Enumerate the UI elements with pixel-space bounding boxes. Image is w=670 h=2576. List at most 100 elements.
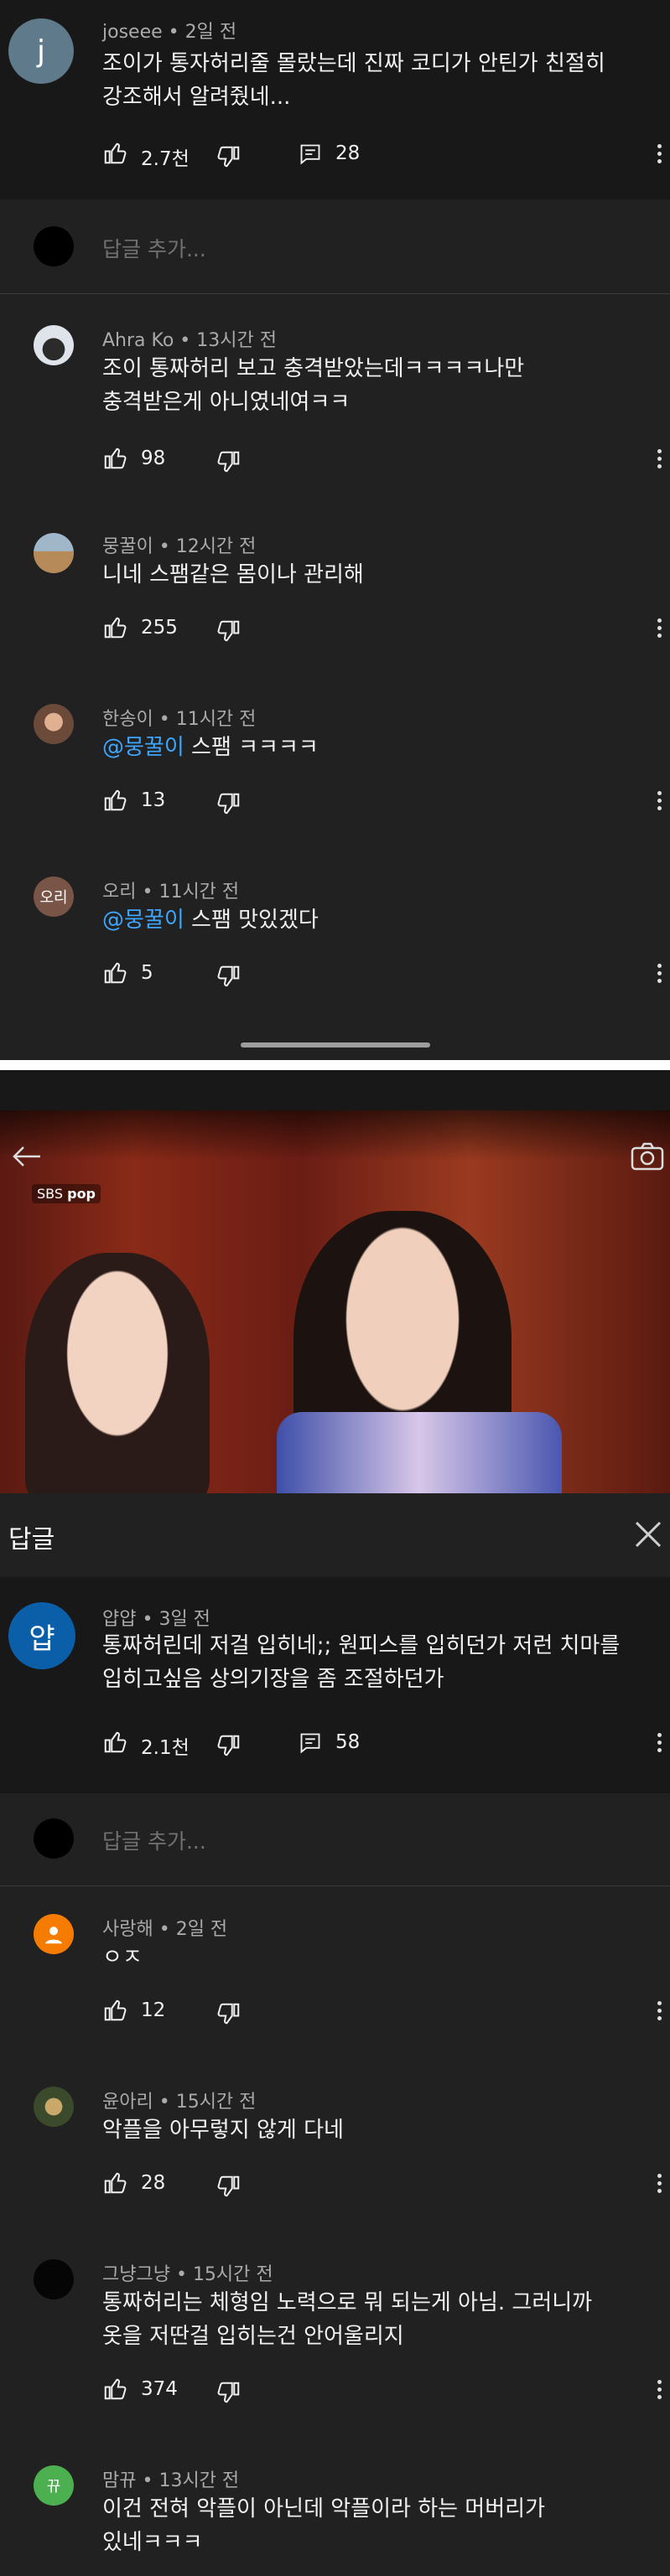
dislike-icon[interactable] <box>216 791 242 816</box>
person-icon <box>45 1927 62 1944</box>
like-icon[interactable] <box>102 1998 127 2023</box>
comment-line: 강조해서 알려줬네... <box>102 85 291 110</box>
more-options-icon[interactable] <box>657 964 662 986</box>
dislike-icon[interactable] <box>216 144 242 169</box>
back-arrow-icon[interactable] <box>12 1144 42 1172</box>
more-options-icon[interactable] <box>657 449 662 472</box>
like-count: 5 <box>141 962 153 984</box>
comment-text: 조이가 통자허리줄 몰랐는데 진짜 코디가 안틴가 친절히 강조해서 알려줬네.… <box>102 47 664 114</box>
avatar[interactable] <box>34 2087 74 2127</box>
like-count: 12 <box>141 1999 166 2021</box>
avatar[interactable] <box>34 325 74 365</box>
comment-text: 악플을 아무렇지 않게 다네 <box>102 2118 344 2143</box>
comment-time: 11시간 전 <box>158 882 240 903</box>
more-options-icon[interactable] <box>657 144 662 167</box>
dislike-icon[interactable] <box>216 2174 242 2199</box>
avatar[interactable]: j <box>8 18 74 84</box>
comment-author[interactable]: 그냥그냥 <box>102 2264 170 2285</box>
comment-time: 12시간 전 <box>175 536 257 557</box>
comment-author[interactable]: 맘뀨 <box>102 2470 136 2491</box>
more-options-icon[interactable] <box>657 1733 662 1756</box>
avatar[interactable]: 얍 <box>8 1602 75 1669</box>
video-player[interactable]: SBS pop <box>0 1110 670 1493</box>
comment-meta: 뭉꿀이 • 12시간 전 <box>102 536 257 557</box>
dislike-icon[interactable] <box>216 2001 242 2026</box>
avatar[interactable] <box>34 533 74 573</box>
dislike-icon[interactable] <box>216 964 242 989</box>
page-title: 답글 <box>8 1525 55 1554</box>
add-reply-input[interactable]: 답글 추가... <box>102 233 206 263</box>
comment-author[interactable]: Ahra Ko <box>102 330 174 351</box>
add-reply-input[interactable]: 답글 추가... <box>102 1825 206 1855</box>
reply-icon[interactable] <box>299 1731 322 1755</box>
status-area <box>0 1070 670 1110</box>
comment-meta: 오리 • 11시간 전 <box>102 882 240 903</box>
like-icon[interactable] <box>102 788 127 813</box>
more-options-icon[interactable] <box>657 791 662 814</box>
avatar[interactable]: 오리 <box>34 877 74 917</box>
comment-line: 이건 전혀 악플이 아닌데 악플이라 하는 머버리가 <box>102 2496 545 2522</box>
dislike-icon[interactable] <box>216 449 242 474</box>
mention-link[interactable]: @뭉꿀이 <box>102 735 184 760</box>
comment-meta: joseee • 2일 전 <box>102 22 237 43</box>
comment-author[interactable]: 사랑해 <box>102 1919 153 1940</box>
more-options-icon[interactable] <box>657 2380 662 2403</box>
reply-comment: 사랑해 • 2일 전 ㅇㅈ 12 <box>0 1901 670 2051</box>
reply-count: 58 <box>335 1731 361 1753</box>
reply-comment: 한송이 • 11시간 전 @뭉꿀이 스팸 ㅋㅋㅋㅋ 13 <box>0 692 670 835</box>
like-icon[interactable] <box>102 141 127 166</box>
reply-comment: 윤아리 • 15시간 전 악플을 아무렇지 않게 다네 28 <box>0 2073 670 2216</box>
like-icon[interactable] <box>102 960 127 985</box>
channel-watermark: SBS pop <box>32 1184 101 1203</box>
parent-comment: j joseee • 2일 전 조이가 통자허리줄 몰랐는데 진짜 코디가 안틴… <box>0 0 670 199</box>
dislike-icon[interactable] <box>216 2380 242 2405</box>
comment-author[interactable]: 뭉꿀이 <box>102 536 153 557</box>
avatar[interactable] <box>34 704 74 744</box>
comment-line: 스팸 맛있겠다 <box>184 908 319 933</box>
avatar-text: 오리 <box>39 889 68 907</box>
reply-comment: 그냥그냥 • 15시간 전 통짜허리는 체형임 노력으로 뭐 되는게 아님. 그… <box>0 2246 670 2422</box>
comment-line: 옷을 저딴걸 입히는건 안어울리지 <box>102 2324 404 2349</box>
replies-header: 답글 <box>0 1493 670 1577</box>
comment-time: 3일 전 <box>158 1609 210 1630</box>
comment-author[interactable]: 윤아리 <box>102 2092 153 2113</box>
comment-time: 15시간 전 <box>175 2092 257 2113</box>
more-options-icon[interactable] <box>657 618 662 641</box>
comment-author[interactable]: 얍얍 <box>102 1609 136 1630</box>
like-icon[interactable] <box>102 2170 127 2196</box>
comment-author[interactable]: joseee <box>102 22 163 43</box>
avatar[interactable] <box>34 1914 74 1954</box>
like-count: 28 <box>141 2172 166 2194</box>
reply-icon[interactable] <box>299 142 322 166</box>
more-options-icon[interactable] <box>657 2001 662 2024</box>
comment-time: 11시간 전 <box>175 709 257 730</box>
comment-text: 조이 통짜허리 보고 충격받았는데ㅋㅋㅋㅋ나만 충격받은게 아니였네여ㅋㅋ <box>102 352 524 419</box>
comment-meta: 윤아리 • 15시간 전 <box>102 2092 257 2113</box>
camera-icon[interactable] <box>631 1142 664 1174</box>
comment-time: 13시간 전 <box>158 2470 240 2491</box>
like-icon[interactable] <box>102 615 127 640</box>
avatar[interactable]: 뀨 <box>34 2465 74 2506</box>
comment-text: 통짜허린데 저걸 입히네;; 원피스를 입히던가 저런 치마를 입히고싶음 상의… <box>102 1629 668 1696</box>
comment-author[interactable]: 한송이 <box>102 709 153 730</box>
like-icon[interactable] <box>102 1730 127 1755</box>
dislike-icon[interactable] <box>216 618 242 644</box>
close-icon[interactable] <box>634 1520 662 1552</box>
like-icon[interactable] <box>102 2377 127 2402</box>
comment-meta: 사랑해 • 2일 전 <box>102 1919 228 1940</box>
dislike-icon[interactable] <box>216 1733 242 1758</box>
avatar[interactable] <box>34 2259 74 2299</box>
like-count: 13 <box>141 789 166 811</box>
comment-author[interactable]: 오리 <box>102 882 136 903</box>
mention-link[interactable]: @뭉꿀이 <box>102 908 184 933</box>
add-reply-row[interactable]: 답글 추가... <box>0 1793 670 1886</box>
comment-line: 통짜허리는 체형임 노력으로 뭐 되는게 아님. 그러니까 <box>102 2290 593 2315</box>
more-options-icon[interactable] <box>657 2174 662 2196</box>
like-count: 374 <box>141 2378 178 2400</box>
comment-text: 이건 전혀 악플이 아닌데 악플이라 하는 머버리가 있네ㅋㅋㅋ <box>102 2492 545 2559</box>
comment-time: 13시간 전 <box>196 330 277 351</box>
reply-comment: 뀨 맘뀨 • 13시간 전 이건 전혀 악플이 아닌데 악플이라 하는 머버리가… <box>0 2452 670 2576</box>
add-reply-row[interactable]: 답글 추가... <box>0 199 670 294</box>
avatar <box>34 226 74 266</box>
like-icon[interactable] <box>102 446 127 471</box>
